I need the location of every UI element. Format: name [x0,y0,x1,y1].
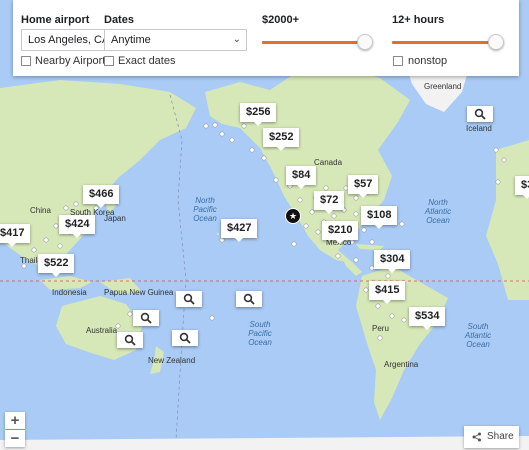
home-airport-input[interactable]: Los Angeles, CA (L [21,29,105,51]
zoom-region-marker[interactable] [176,291,202,307]
price-marker-northern-south-america[interactable]: $415 [369,281,406,304]
map-label-north-pacific: North Pacific Ocean [193,196,217,223]
search-icon [124,334,136,346]
price-marker-southeast-asia[interactable]: $522 [38,254,75,277]
home-airport-label: Home airport [21,14,90,26]
price-marker-hawaii[interactable]: $427 [221,219,258,242]
price-marker-europe-edge[interactable]: $3 [515,176,529,199]
search-icon [179,332,191,344]
filter-panel: Home airport Los Angeles, CA (L Dates An… [13,0,519,76]
map-label-greenland: Greenland [424,82,462,91]
zoom-in-button[interactable]: + [5,412,25,429]
map-label-south-atlantic: South Atlantic Ocean [464,322,492,349]
zoom-region-marker[interactable] [467,106,493,122]
share-icon [472,432,481,442]
price-marker-caribbean[interactable]: $304 [374,250,411,273]
map-label-north-atlantic: North Atlantic Ocean [424,198,452,225]
map-label-canada: Canada [314,158,343,167]
price-slider-track[interactable] [262,41,364,44]
share-button[interactable]: Share [464,426,519,448]
search-icon [243,293,255,305]
zoom-region-marker[interactable] [172,330,198,346]
nearby-airports-checkbox[interactable] [21,56,31,66]
duration-slider-handle[interactable] [488,34,504,50]
zoom-out-button[interactable]: − [5,430,25,447]
dates-select[interactable]: Anytime ⌄ [104,29,247,51]
price-marker-east-china[interactable]: $424 [59,215,96,238]
chevron-down-icon: ⌄ [232,34,241,45]
home-airport-value: Los Angeles, CA (L [28,34,104,46]
map-label-argentina: Argentina [384,360,419,369]
price-marker-northeast-us[interactable]: $57 [348,175,379,198]
price-marker-india-edge[interactable]: $417 [0,224,31,247]
nonstop-label: nonstop [408,55,448,67]
home-star-icon: ★ [285,208,301,224]
search-icon [183,293,195,305]
map-label-indonesia: Indonesia [52,288,87,297]
price-marker-east-us[interactable]: $108 [361,206,398,229]
exact-dates-checkbox[interactable] [104,56,114,66]
dates-value: Anytime [111,34,151,46]
share-label: Share [487,431,514,442]
zoom-region-marker[interactable] [133,310,159,326]
map-label-papua-new-guinea: Papua New Guinea [104,288,174,297]
price-marker-brazil[interactable]: $534 [409,307,446,330]
nonstop-checkbox[interactable] [393,56,403,66]
price-marker-central-us[interactable]: $72 [314,191,345,214]
duration-label: 12+ hours [392,14,445,26]
price-marker-mountain-west[interactable]: $84 [286,166,317,189]
map-label-south-pacific: South Pacific Ocean [248,320,272,347]
map-label-new-zealand: New Zealand [148,356,196,365]
zoom-region-marker[interactable] [117,332,143,348]
price-marker-west-canada[interactable]: $252 [263,128,300,151]
map-label-china: China [30,206,51,215]
price-slider-handle[interactable] [357,34,373,50]
exact-dates-label: Exact dates [118,55,176,67]
search-icon [140,312,152,324]
price-marker-japan[interactable]: $466 [83,185,120,208]
search-icon [474,108,486,120]
zoom-region-marker[interactable] [236,291,262,307]
duration-slider-track[interactable] [392,41,495,44]
map-label-japan: Japan [104,214,126,223]
price-marker-alaska[interactable]: $256 [240,103,277,126]
dates-label: Dates [104,14,134,26]
map-label-australia: Australia [86,326,118,335]
price-label: $2000+ [262,14,300,26]
price-marker-south-us[interactable]: $210 [322,221,359,244]
map-label-iceland: Iceland [466,124,492,133]
nearby-airports-label: Nearby Airports [35,55,111,67]
map-label-peru: Peru [372,324,389,333]
